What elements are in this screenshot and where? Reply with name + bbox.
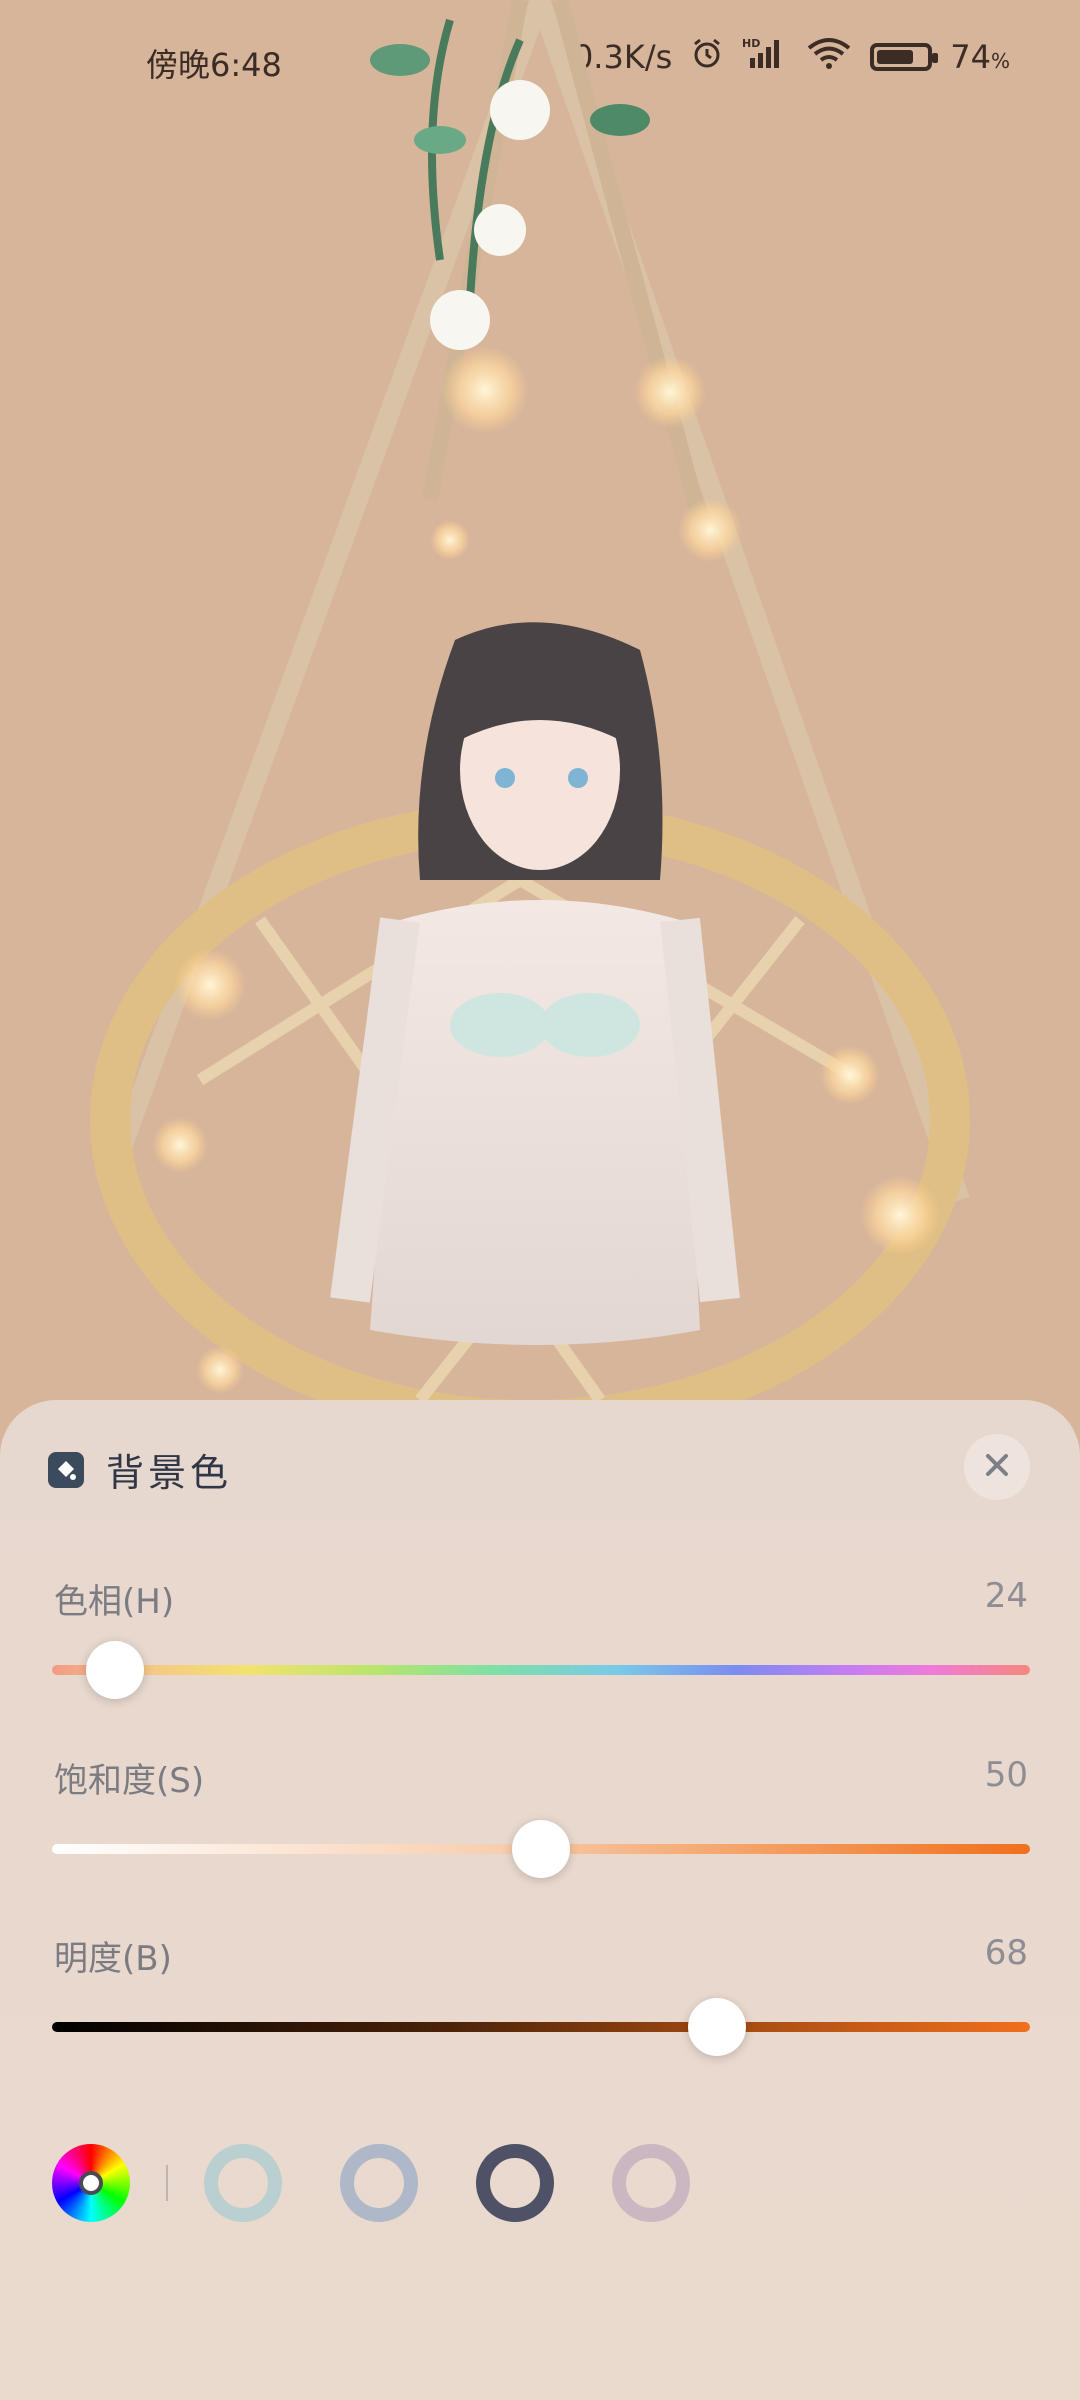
panel-header: 背景色 [48,1442,232,1497]
close-icon [984,1447,1010,1487]
panel-title: 背景色 [106,1451,233,1495]
color-swatch-row [52,2144,690,2222]
hue-label: 色相(H) [54,1582,175,1622]
swatch-mauve[interactable] [612,2144,690,2222]
divider [166,2165,168,2201]
brightness-value: 68 [984,1933,1028,1973]
paint-bucket-icon [48,1451,84,1488]
close-button[interactable] [964,1434,1030,1500]
brightness-label: 明度(B) [54,1939,172,1979]
hue-slider-thumb[interactable] [85,1641,144,1699]
brightness-slider-track[interactable] [52,2022,1030,2032]
saturation-label: 饱和度(S) [54,1761,205,1801]
color-wheel-button[interactable] [52,2144,130,2222]
hue-slider-track[interactable] [52,1665,1030,1675]
color-wheel-center [79,2171,103,2195]
background-illustration [0,0,1080,1440]
brightness-slider-thumb[interactable] [688,1998,747,2056]
swatch-navy[interactable] [476,2144,554,2222]
swatch-blue-gray[interactable] [340,2144,418,2222]
hue-value: 24 [984,1576,1028,1616]
saturation-value: 50 [984,1755,1028,1795]
color-picker-panel [0,1400,1080,2400]
swatch-mint[interactable] [204,2144,282,2222]
saturation-slider-thumb[interactable] [512,1820,570,1878]
